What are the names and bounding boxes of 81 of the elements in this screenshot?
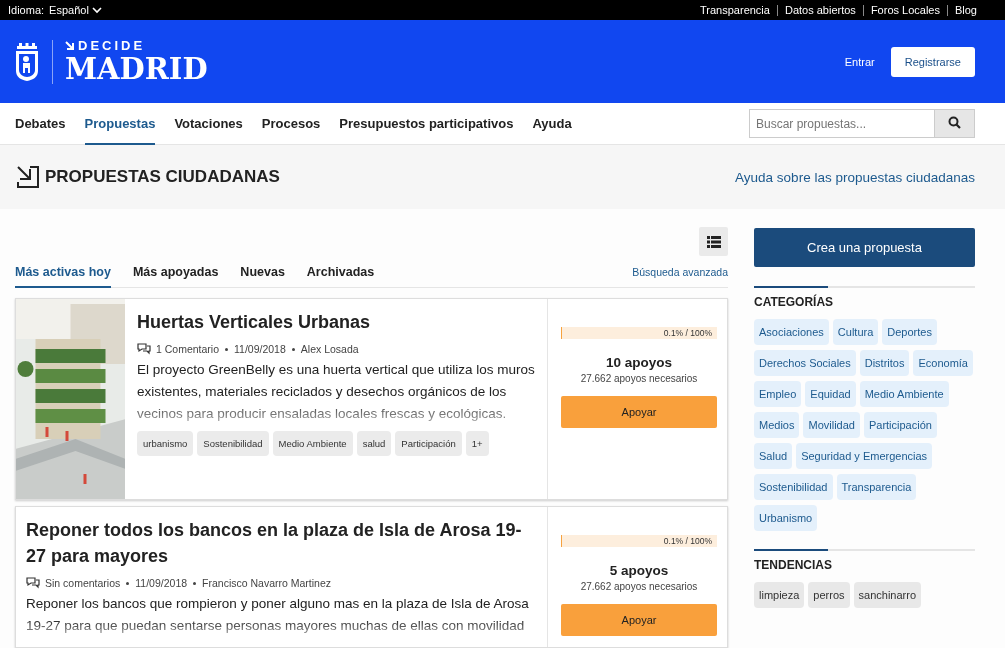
help-link[interactable]: Ayuda sobre las propuestas ciudadanas	[735, 169, 975, 185]
search-icon	[948, 115, 961, 129]
proposal-date: 11/09/2018	[135, 577, 188, 589]
proposal-icon	[16, 165, 40, 189]
category-tag[interactable]: Asociaciones	[754, 319, 829, 345]
nav-item[interactable]: Ayuda	[532, 103, 572, 145]
trend-tag[interactable]: sanchinarro	[853, 582, 922, 608]
category-tag[interactable]: Transparencia	[836, 474, 917, 500]
progress-reading: 0.1% / 100%	[663, 328, 713, 338]
category-tag[interactable]: Salud	[754, 443, 793, 469]
tag[interactable]: Sostenibilidad	[197, 431, 269, 456]
proposal-description: Reponer los bancos que rompieron y poner alguno mas en la plaza de Isla de Arosa 19-27 para que puedan sentarse personas mayores muchas de ellas con movilidad	[26, 595, 530, 635]
register-button[interactable]: Registrarse	[890, 46, 975, 77]
tag[interactable]: salud	[356, 431, 392, 456]
list-view-button[interactable]	[699, 227, 728, 256]
page-title: PROPUESTAS CIUDADANAS	[45, 167, 280, 187]
section-title: TENDENCIAS	[754, 558, 833, 572]
proposal-author: Francisco Navarro Martinez	[202, 577, 332, 589]
create-proposal-button[interactable]: Crea una propuesta	[754, 228, 975, 267]
search-button[interactable]	[935, 109, 975, 138]
chevron-down-icon	[91, 6, 102, 14]
category-tag[interactable]: Seguridad y Emergencias	[796, 443, 933, 469]
nav-item[interactable]: Presupuestos participativos	[339, 103, 514, 145]
tag[interactable]: Participación	[395, 431, 462, 456]
category-tag[interactable]: Urbanismo	[754, 505, 818, 531]
logo-text: DECIDE	[78, 38, 146, 53]
category-tag[interactable]: Movilidad	[803, 412, 860, 438]
category-tag[interactable]: Sostenibilidad	[754, 474, 833, 500]
proposal-title[interactable]: Reponer todos los bancos en la plaza de Isla de Arosa 19-27 para mayores	[26, 517, 537, 569]
category-tag[interactable]: Medio Ambiente	[859, 381, 949, 407]
login-link[interactable]: Entrar	[844, 55, 875, 68]
tab[interactable]: Archivadas	[306, 257, 375, 288]
supports-count: 5 apoyos	[608, 563, 670, 578]
decide-madrid-logo[interactable]: DECIDE MADRID	[14, 38, 208, 85]
coat-of-arms-icon	[14, 41, 40, 82]
category-tag[interactable]: Economía	[913, 350, 973, 376]
proposal-date: 11/09/2018	[234, 343, 286, 355]
tag[interactable]: urbanismo	[137, 431, 194, 456]
section-title: CATEGORÍAS	[754, 295, 835, 309]
comments-count[interactable]: 1 Comentario	[156, 343, 220, 355]
category-tag[interactable]: Distritos	[859, 350, 910, 376]
search-field[interactable]: Buscar propuestas...	[749, 109, 935, 138]
trend-tag[interactable]: limpieza	[754, 582, 805, 608]
support-button[interactable]: Apoyar	[561, 396, 717, 428]
comments-icon	[26, 577, 40, 589]
category-tag[interactable]: Derechos Sociales	[754, 350, 856, 376]
comments-count[interactable]: Sin comentarios	[45, 577, 121, 589]
top-link[interactable]: Blog	[954, 4, 977, 16]
tab[interactable]: Más activas hoy	[15, 257, 111, 288]
proposal-author: Alex Losada	[300, 343, 359, 355]
progress-reading: 0.1% / 100%	[663, 536, 713, 546]
language-label: Idioma:	[8, 4, 45, 16]
proposal-title[interactable]: Huertas Verticales Urbanas	[137, 309, 537, 335]
language-select[interactable]: Español	[49, 4, 102, 16]
nav-item[interactable]: Votaciones	[174, 103, 243, 145]
nav-item[interactable]: Debates	[15, 103, 66, 145]
top-link[interactable]: Datos abiertos	[784, 4, 856, 16]
proposal-description: El proyecto GreenBelly es una huerta vertical que utiliza los muros existentes, materiales reciclados y desechos orgánicos de los vecinos para producir ensaladas locales frescas y ecológicas.	[137, 361, 536, 423]
list-icon	[706, 235, 721, 248]
logo-title: MADRID	[65, 52, 208, 85]
supports-needed: 27.662 apoyos necesarios	[579, 373, 699, 384]
supports-needed: 27.662 apoyos necesarios	[579, 581, 699, 592]
arrow-icon	[65, 40, 75, 51]
tab[interactable]: Nuevas	[240, 257, 285, 288]
nav-item[interactable]: Procesos	[261, 103, 321, 145]
trend-tag[interactable]: perros	[808, 582, 850, 608]
supports-count: 10 apoyos	[605, 355, 673, 370]
category-tag[interactable]: Cultura	[832, 319, 879, 345]
support-button[interactable]: Apoyar	[561, 604, 717, 636]
comments-icon	[137, 343, 151, 355]
category-tag[interactable]: Deportes	[882, 319, 937, 345]
tag[interactable]: Medio Ambiente	[272, 431, 353, 456]
tag[interactable]: 1+	[465, 431, 489, 456]
category-tag[interactable]: Participación	[863, 412, 937, 438]
category-tag[interactable]: Medios	[754, 412, 800, 438]
top-link[interactable]: Transparencia	[700, 4, 770, 16]
tab[interactable]: Más apoyadas	[132, 257, 219, 288]
category-tag[interactable]: Equidad	[805, 381, 856, 407]
category-tag[interactable]: Empleo	[754, 381, 802, 407]
advanced-search-link[interactable]: Búsqueda avanzada	[632, 266, 728, 278]
top-link[interactable]: Foros Locales	[870, 4, 940, 16]
